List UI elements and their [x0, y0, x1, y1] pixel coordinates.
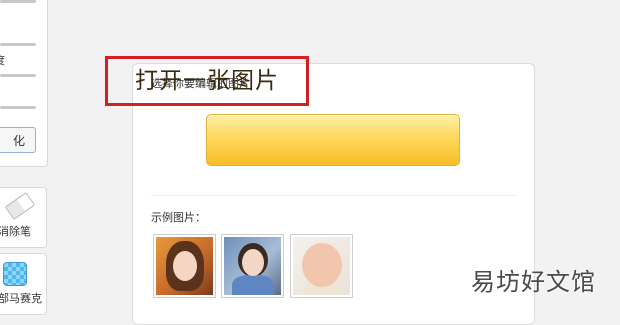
open-image-button-label[interactable]: 打开一张图片 [105, 56, 309, 106]
sample-image-3[interactable] [290, 234, 353, 298]
adjustment-panel: 度 化 [0, 0, 48, 167]
eraser-icon [4, 191, 36, 221]
sample-image-1[interactable] [153, 234, 216, 298]
girl-selfie-thumbnail [224, 237, 281, 295]
woman-portrait-thumbnail [156, 237, 213, 295]
sample-image-2[interactable] [221, 234, 284, 298]
slider-track-3[interactable] [0, 74, 36, 77]
sample-images-title: 示例图片： [151, 211, 206, 224]
apply-button[interactable]: 化 [0, 127, 36, 153]
slider-track-1[interactable] [0, 0, 36, 3]
eraser-tool-button[interactable]: 消除笔 [0, 187, 47, 248]
baby-portrait-thumbnail [293, 237, 350, 295]
divider [151, 195, 517, 196]
eraser-tool-label: 消除笔 [0, 225, 31, 238]
open-image-button[interactable] [206, 114, 460, 166]
watermark: 易坊好文馆 [471, 268, 596, 296]
slider-track-2[interactable] [0, 43, 36, 46]
mosaic-tool-label: 部马赛克 [0, 292, 42, 305]
mosaic-icon [3, 262, 27, 286]
slider-track-4[interactable] [0, 106, 36, 109]
mosaic-tool-button[interactable]: 部马赛克 [0, 253, 47, 315]
slider-label: 度 [0, 52, 14, 68]
